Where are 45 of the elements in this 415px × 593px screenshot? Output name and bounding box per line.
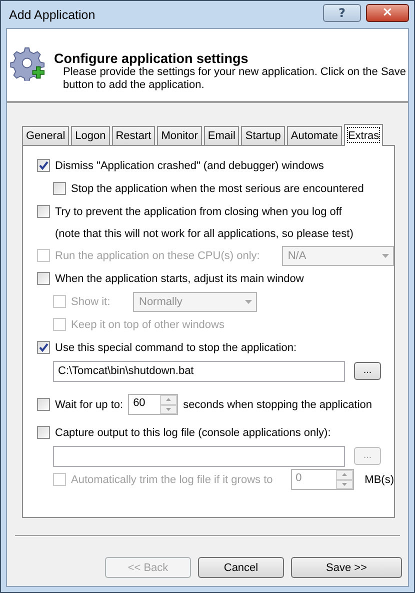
- spin-down-button[interactable]: [336, 480, 353, 489]
- spin-up-button[interactable]: [336, 470, 353, 480]
- tab[interactable]: Automate: [286, 126, 342, 145]
- tab[interactable]: Email: [204, 126, 240, 145]
- path-field[interactable]: [53, 446, 345, 466]
- checkbox[interactable]: [37, 272, 50, 285]
- caret-icon: [245, 300, 252, 304]
- checkbox[interactable]: [37, 159, 50, 172]
- tab[interactable]: Restart: [112, 126, 156, 145]
- gear-plus-icon: [10, 45, 45, 81]
- checkbox[interactable]: [37, 341, 50, 354]
- header-title: Configure application settings: [54, 51, 250, 66]
- caret-icon: [382, 254, 389, 258]
- tab[interactable]: Logon: [71, 126, 110, 145]
- cancel-button[interactable]: Cancel: [198, 557, 284, 578]
- checkbox-label[interactable]: When the application starts, adjust its main window: [55, 272, 304, 284]
- spin-up-button[interactable]: [160, 395, 178, 404]
- path-field[interactable]: C:\Tomcat\bin\shutdown.bat: [53, 360, 345, 382]
- checkbox-label[interactable]: Try to prevent the application from closing when you log off: [55, 206, 342, 218]
- tab[interactable]: Extras: [344, 124, 384, 146]
- up-arrow-icon: [342, 473, 347, 476]
- down-arrow-icon: [166, 408, 172, 411]
- suffix-label: MB(s): [364, 474, 394, 486]
- help-button[interactable]: ?: [323, 4, 361, 22]
- browse-button[interactable]: ...: [354, 362, 381, 380]
- checkbox[interactable]: [53, 182, 66, 195]
- checkbox-label[interactable]: Wait for up to:: [55, 398, 124, 410]
- checkbox-label[interactable]: Use this special command to stop the application:: [55, 342, 297, 354]
- spin-field[interactable]: 60: [128, 394, 178, 415]
- up-arrow-icon: [166, 398, 172, 402]
- header-description: Please provide the settings for your new application. Click on the Save button to add the application.: [63, 66, 408, 92]
- down-arrow-icon: [342, 482, 347, 486]
- checkbox[interactable]: [37, 398, 50, 411]
- save-button[interactable]: Save >>: [291, 557, 402, 578]
- checkbox[interactable]: [37, 426, 50, 439]
- tab[interactable]: Startup: [241, 126, 285, 145]
- suffix-label: seconds when stopping the application: [183, 398, 372, 410]
- checkbox-label[interactable]: Stop the application when the most serious are encountered: [71, 182, 364, 194]
- window-title: Add Application: [9, 8, 96, 22]
- note-text: (note that this will not work for all applications, so please test): [54, 226, 354, 242]
- checkbox[interactable]: [37, 205, 50, 218]
- checkbox-label[interactable]: Dismiss "Application crashed" (and debugger) windows: [55, 160, 324, 172]
- tab[interactable]: Monitor: [157, 126, 202, 145]
- tab[interactable]: General: [22, 126, 70, 145]
- checkbox-label[interactable]: Capture output to this log file (console applications only):: [55, 426, 331, 438]
